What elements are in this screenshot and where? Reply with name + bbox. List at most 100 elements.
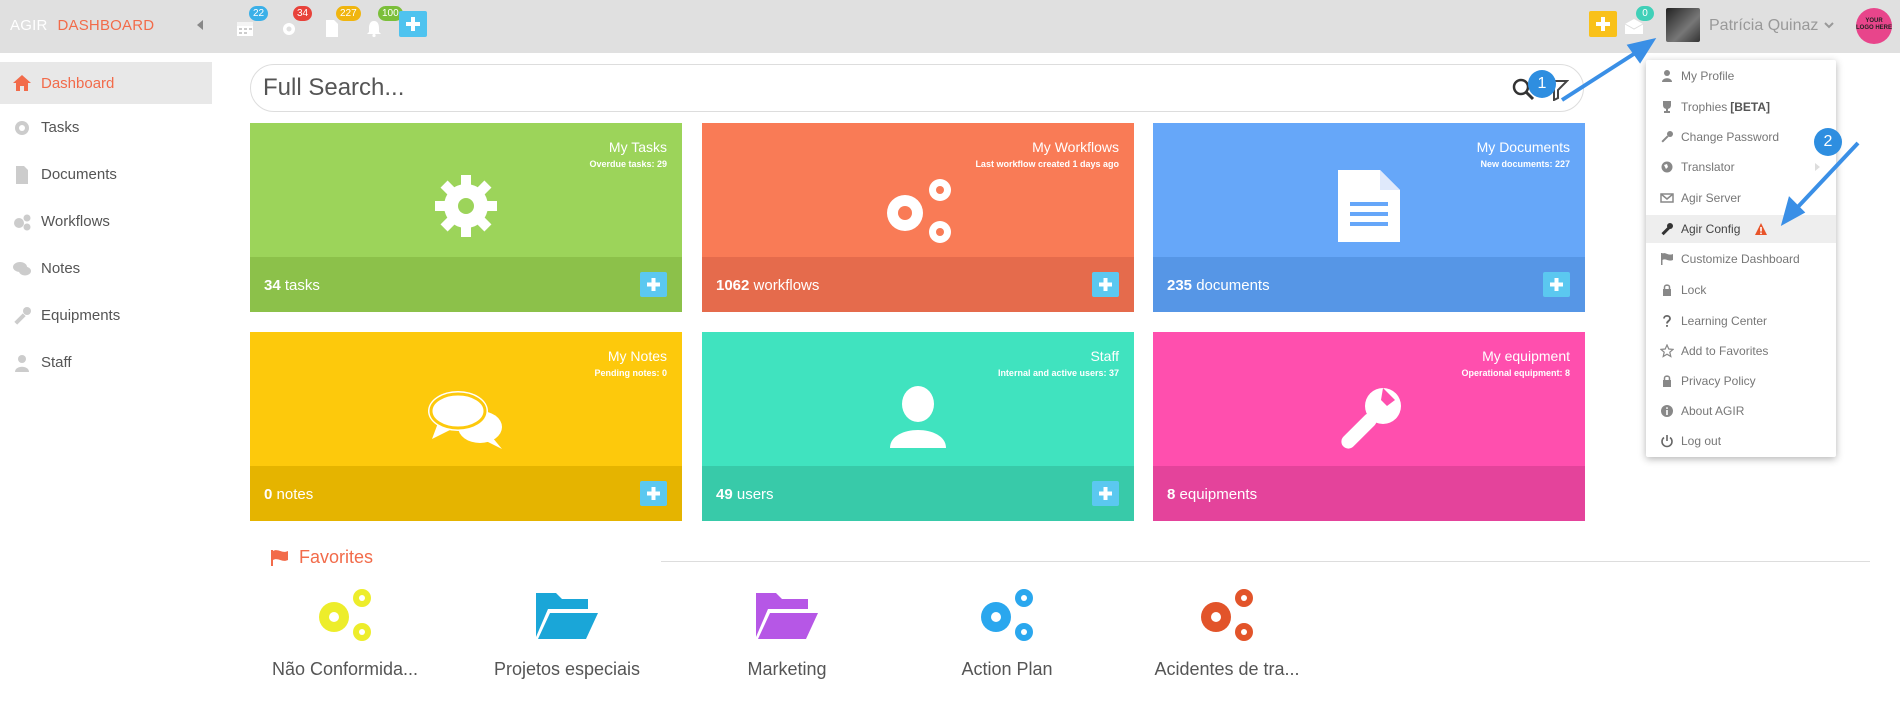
sidebar-item-staff[interactable]: Staff: [0, 339, 212, 386]
menu-item-lock[interactable]: Lock: [1646, 276, 1836, 304]
avatar[interactable]: [1666, 8, 1700, 42]
menu-item-customize-dashboard[interactable]: Customize Dashboard: [1646, 245, 1836, 273]
gear-icon: [283, 23, 295, 35]
brand-section: DASHBOARD: [57, 17, 155, 34]
tile-subtitle: Overdue tasks: 29: [589, 159, 667, 169]
messages-badge: 0: [1636, 6, 1654, 21]
brand-name: AGIR: [10, 17, 48, 34]
wrench-icon: [14, 306, 31, 325]
gears-icon: [319, 589, 371, 641]
tile-my-tasks[interactable]: My Tasks Overdue tasks: 29 34 tasks: [250, 123, 682, 312]
menu-item-agir-server[interactable]: Agir Server: [1646, 184, 1836, 212]
user-dropdown-menu: My Profile Trophies [BETA] Change Passwor…: [1646, 60, 1836, 457]
home-icon: [13, 75, 31, 91]
tile-my-workflows[interactable]: My Workflows Last workflow created 1 day…: [702, 123, 1134, 312]
beta-tag: [BETA]: [1730, 100, 1771, 114]
tile-count: 34 tasks: [264, 277, 320, 294]
collapse-sidebar-icon[interactable]: [193, 16, 207, 34]
tile-title: My Documents: [1476, 139, 1570, 155]
add-task-button[interactable]: [640, 272, 667, 297]
wrench-icon: [1341, 388, 1401, 449]
sidebar-item-workflows[interactable]: Workflows: [0, 198, 212, 245]
favorite-label: Marketing: [747, 659, 827, 679]
menu-item-log-out[interactable]: Log out: [1646, 427, 1836, 455]
documents-button[interactable]: 227: [322, 6, 361, 40]
sidebar-item-tasks[interactable]: Tasks: [0, 104, 212, 151]
sidebar-item-dashboard[interactable]: Dashboard: [0, 62, 212, 104]
favorite-label: Action Plan: [961, 659, 1053, 679]
comments-icon: [13, 261, 31, 275]
add-note-button[interactable]: [640, 481, 667, 506]
add-widget-button[interactable]: [1589, 11, 1617, 37]
quick-add-button[interactable]: [399, 11, 427, 37]
plus-icon: [1099, 278, 1112, 291]
gears-icon: [1201, 589, 1253, 641]
add-workflow-button[interactable]: [1092, 272, 1119, 297]
menu-item-my-profile[interactable]: My Profile: [1646, 62, 1836, 90]
tile-subtitle: Last workflow created 1 days ago: [975, 159, 1119, 169]
document-icon: [16, 165, 28, 184]
menu-item-translator[interactable]: Translator: [1646, 153, 1836, 181]
favorite-item[interactable]: Action Plan: [907, 585, 1107, 680]
favorite-item[interactable]: Projetos especiais: [467, 585, 667, 680]
tile-footer: 235 documents: [1153, 257, 1585, 312]
power-icon: [1661, 435, 1673, 448]
menu-item-about-agir[interactable]: About AGIR: [1646, 397, 1836, 425]
menu-item-privacy-policy[interactable]: Privacy Policy: [1646, 367, 1836, 395]
tile-subtitle: Operational equipment: 8: [1461, 368, 1570, 378]
favorite-item[interactable]: Não Conformida...: [245, 585, 445, 680]
document-icon: [1338, 170, 1400, 242]
menu-item-add-to-favorites[interactable]: Add to Favorites: [1646, 337, 1836, 365]
warning-icon: [1755, 223, 1768, 235]
sidebar: Dashboard Tasks Documents Workflows Note…: [0, 62, 212, 386]
plus-icon: [647, 278, 660, 291]
menu-item-trophies[interactable]: Trophies [BETA]: [1646, 93, 1836, 121]
flag-icon: [271, 549, 288, 566]
brand[interactable]: AGIR DASHBOARD: [10, 17, 154, 34]
sidebar-item-label: Staff: [41, 354, 72, 371]
tile-footer: 34 tasks: [250, 257, 682, 312]
favorite-item[interactable]: Marketing: [687, 585, 887, 680]
favorites-divider: [661, 561, 1870, 562]
gears-badge: 34: [293, 6, 313, 21]
calendar-button[interactable]: 22: [235, 6, 269, 40]
gears-button[interactable]: 34: [279, 6, 313, 40]
plus-icon: [1550, 278, 1563, 291]
sidebar-item-label: Workflows: [41, 213, 110, 230]
menu-item-change-password[interactable]: Change Password: [1646, 123, 1836, 151]
notifications-button[interactable]: 100: [364, 6, 403, 40]
favorite-label: Projetos especiais: [493, 659, 641, 679]
tile-staff[interactable]: Staff Internal and active users: 37 49 u…: [702, 332, 1134, 521]
info-icon: [1661, 405, 1673, 417]
sidebar-item-equipments[interactable]: Equipments: [0, 292, 212, 339]
tile-my-equipment[interactable]: My equipment Operational equipment: 8 8 …: [1153, 332, 1585, 521]
user-name: Patrícia Quinaz: [1709, 17, 1819, 34]
sidebar-item-documents[interactable]: Documents: [0, 151, 212, 198]
add-document-button[interactable]: [1543, 272, 1570, 297]
search-input[interactable]: [263, 73, 1503, 103]
gears-icon: [14, 214, 31, 230]
sidebar-item-label: Equipments: [41, 307, 121, 324]
plus-icon: [1596, 17, 1610, 31]
tile-my-notes[interactable]: My Notes Pending notes: 0 0 notes: [250, 332, 682, 521]
add-user-button[interactable]: [1092, 481, 1119, 506]
favorite-item[interactable]: Acidentes de tra...: [1127, 585, 1327, 680]
favorites-header: Favorites: [270, 547, 373, 568]
search-bar: [250, 64, 1584, 112]
calendar-icon: [237, 22, 253, 36]
menu-item-agir-config[interactable]: Agir Config: [1646, 215, 1836, 243]
flag-icon: [1661, 253, 1673, 265]
tile-count: 49 users: [716, 486, 774, 503]
documents-badge: 227: [336, 6, 361, 21]
tile-subtitle: Pending notes: 0: [594, 368, 667, 378]
sidebar-item-notes[interactable]: Notes: [0, 245, 212, 292]
wrench-icon: [1661, 223, 1673, 236]
comments-icon: [428, 391, 502, 449]
messages-button[interactable]: 0: [1623, 6, 1654, 40]
menu-item-learning-center[interactable]: Learning Center: [1646, 307, 1836, 335]
key-icon: [1661, 131, 1673, 143]
callout-badge-1: 1: [1528, 70, 1556, 98]
trophy-icon: [1663, 101, 1671, 113]
tile-my-documents[interactable]: My Documents New documents: 227 235 docu…: [1153, 123, 1585, 312]
user-menu-toggle[interactable]: Patrícia Quinaz: [1709, 17, 1835, 35]
